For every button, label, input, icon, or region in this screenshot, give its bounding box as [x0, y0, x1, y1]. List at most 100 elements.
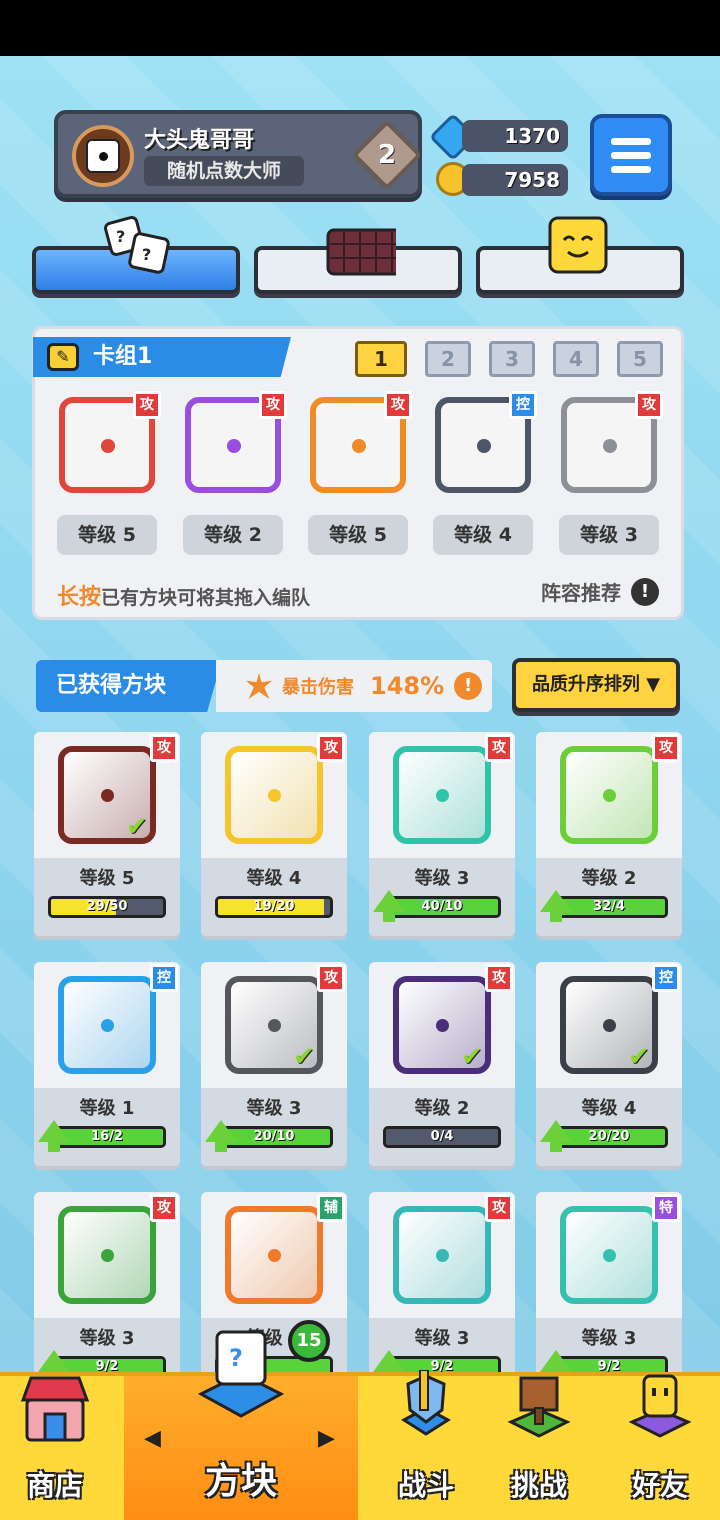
deck-tab-1[interactable]: 1 — [355, 341, 407, 377]
deck-panel: ✎ 卡组1 1 2 3 4 5 攻等级 5 攻等级 2 攻等级 5 控等级 4 攻等级 … — [32, 326, 684, 620]
crit-value: 148% — [370, 672, 445, 700]
pip-icon — [352, 439, 366, 453]
deck-tab-5[interactable]: 5 — [617, 341, 663, 377]
block-card[interactable]: ✔ 攻等级 2 0/4 — [369, 962, 515, 1166]
sword-shield-icon — [401, 1370, 451, 1436]
pip-icon — [436, 1249, 449, 1262]
progress-bar: 29/50 — [48, 896, 166, 918]
info-icon: ! — [454, 672, 483, 700]
svg-text:?: ? — [229, 1344, 243, 1372]
nav-challenge-label: 挑战 — [510, 1469, 567, 1502]
pip-icon — [101, 789, 114, 802]
block-icon — [393, 1206, 491, 1304]
type-badge: 辅 — [317, 1194, 345, 1222]
smiley-block-icon — [548, 216, 608, 274]
deck-slot[interactable]: 攻 — [561, 391, 663, 493]
block-icon — [560, 1206, 658, 1304]
deck-tab-3[interactable]: 3 — [489, 341, 535, 377]
lineup-recommend-button[interactable]: 阵容推荐 ! — [541, 577, 659, 606]
block-card[interactable]: 攻等级 2 32/4 — [536, 732, 682, 936]
block-icon — [58, 976, 156, 1074]
card-level: 等级 3 — [79, 1328, 135, 1349]
nav-shop[interactable]: 商店 — [0, 1376, 110, 1520]
type-badge: 攻 — [259, 391, 287, 419]
deck-slot[interactable]: 攻 — [310, 391, 412, 493]
info-icon: ! — [631, 577, 659, 606]
shop-icon — [20, 1376, 90, 1442]
deck-slot[interactable]: 攻 — [59, 391, 161, 493]
upgrade-arrow-icon — [540, 1120, 572, 1152]
dice-pair-icon: ? ? — [104, 216, 170, 274]
card-level: 等级 4 — [581, 1098, 637, 1119]
tab-emote[interactable] — [476, 216, 684, 294]
block-icon — [393, 746, 491, 844]
pip-icon — [436, 789, 449, 802]
type-badge: 攻 — [384, 391, 412, 419]
type-badge: 攻 — [133, 391, 161, 419]
block-card[interactable]: ✔ 攻等级 5 29/50 — [34, 732, 180, 936]
block-card[interactable]: 攻等级 4 19/20 — [201, 732, 347, 936]
type-badge: 攻 — [635, 391, 663, 419]
profile-card[interactable]: 大头鬼哥哥 随机点数大师 2 — [54, 110, 423, 198]
equipped-check-icon: ✔ — [628, 1042, 650, 1072]
equipped-check-icon: ✔ — [461, 1042, 483, 1072]
tab-board[interactable] — [254, 228, 462, 294]
nav-prev-arrow[interactable]: ◀ — [144, 1426, 161, 1451]
deck-tab-4[interactable]: 4 — [553, 341, 599, 377]
pip-icon — [603, 789, 616, 802]
pip-icon — [268, 789, 281, 802]
block-icon — [58, 1206, 156, 1304]
crit-label: 暴击伤害 — [282, 677, 354, 698]
block-card[interactable]: ✔ 攻等级 3 20/10 — [201, 962, 347, 1166]
deck-slot[interactable]: 攻 — [185, 391, 287, 493]
equipped-check-icon: ✔ — [293, 1042, 315, 1072]
blocks-count-badge: 15 — [288, 1320, 330, 1362]
block-icon: ✔ — [393, 976, 491, 1074]
block-icon: ✔ — [560, 976, 658, 1074]
crit-damage-info[interactable]: 暴击伤害 148% ! — [216, 660, 492, 712]
pip-icon — [101, 439, 115, 453]
type-badge: 控 — [150, 964, 178, 992]
tab-dice[interactable]: ? ? — [32, 216, 240, 294]
hint-highlight: 长按 — [57, 585, 102, 610]
burst-icon — [246, 673, 272, 699]
nav-friends[interactable]: 好友 — [600, 1374, 720, 1520]
svg-text:?: ? — [142, 245, 151, 264]
upgrade-arrow-icon — [373, 890, 405, 922]
block-card[interactable]: 攻等级 3 9/2 — [369, 1192, 515, 1396]
type-badge: 攻 — [317, 734, 345, 762]
pip-icon — [603, 439, 617, 453]
nav-battle[interactable]: 战斗 — [370, 1370, 482, 1520]
avatar[interactable] — [72, 125, 134, 187]
deck-slot[interactable]: 控 — [435, 391, 537, 493]
pip-icon — [101, 1019, 114, 1032]
type-badge: 攻 — [485, 734, 513, 762]
progress-bar: 19/20 — [215, 896, 333, 918]
block-card[interactable]: 攻等级 3 9/2 — [34, 1192, 180, 1396]
type-badge: 攻 — [317, 964, 345, 992]
type-badge: 控 — [652, 964, 680, 992]
block-card[interactable]: 控等级 1 16/2 — [34, 962, 180, 1166]
card-level: 等级 5 — [79, 868, 135, 889]
deck-title: ✎ 卡组1 — [33, 337, 291, 377]
sort-button[interactable]: 品质升序排列 ▼ — [512, 658, 680, 712]
menu-button[interactable] — [590, 114, 672, 196]
block-card[interactable]: 攻等级 3 40/10 — [369, 732, 515, 936]
progress-text: 0/4 — [430, 1129, 454, 1144]
block-card[interactable]: 特等级 3 9/2 — [536, 1192, 682, 1396]
deck-title-label: 卡组1 — [93, 344, 153, 369]
block-trophy-icon: ? — [197, 1330, 285, 1418]
board-grid-icon — [326, 228, 396, 276]
pip-icon — [227, 439, 241, 453]
type-badge: 控 — [509, 391, 537, 419]
nav-challenge[interactable]: 挑战 — [484, 1376, 594, 1520]
block-icon — [225, 746, 323, 844]
deck-tab-2[interactable]: 2 — [425, 341, 471, 377]
status-bar — [0, 0, 720, 56]
card-level: 等级 3 — [581, 1328, 637, 1349]
nav-next-arrow[interactable]: ▶ — [318, 1426, 335, 1451]
block-card[interactable]: ✔ 控等级 4 20/20 — [536, 962, 682, 1166]
deck-slot-level: 等级 2 — [183, 515, 283, 555]
pip-icon — [603, 1019, 616, 1032]
pencil-icon[interactable]: ✎ — [47, 343, 79, 371]
